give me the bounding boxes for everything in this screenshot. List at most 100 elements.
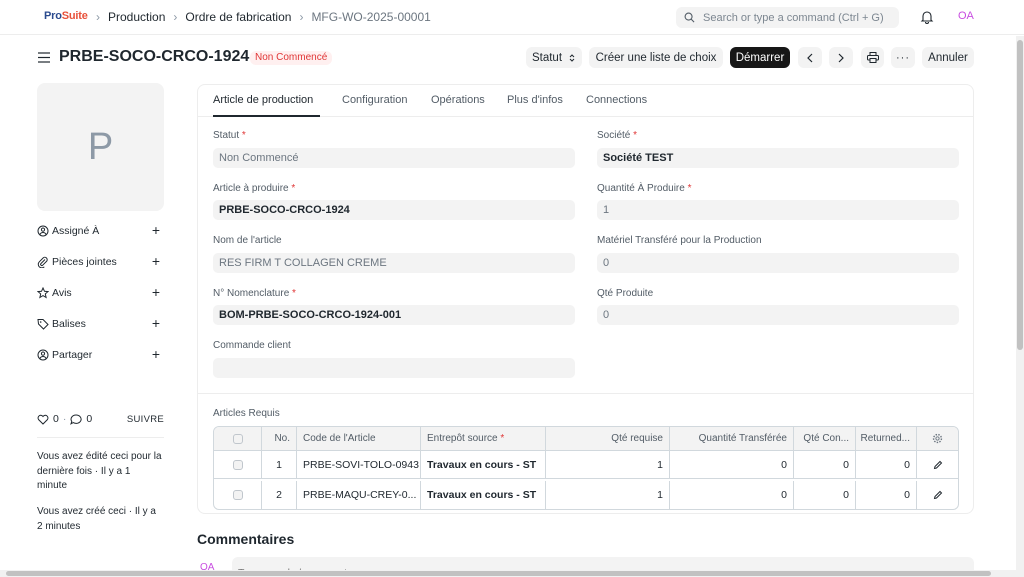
item-to-produce-field[interactable]: PRBE-SOCO-CRCO-1924 [213, 200, 575, 220]
pencil-icon[interactable] [933, 460, 943, 470]
bom-no-field[interactable]: BOM-PRBE-SOCO-CRCO-1924-001 [213, 305, 575, 325]
source-warehouse-cell[interactable]: Travaux en cours - ST [421, 481, 546, 509]
updown-icon [569, 53, 575, 62]
follow-button[interactable]: SUIVRE [127, 414, 164, 425]
transferred-qty-cell[interactable]: 0 [670, 451, 794, 478]
required-items-table: No. Code de l'Article Entrepôt source * … [213, 426, 959, 510]
create-pick-list-button[interactable]: Créer une liste de choix [589, 47, 723, 68]
material-transferred-field: 0 [597, 253, 959, 273]
required-qty-cell[interactable]: 1 [546, 451, 670, 478]
more-options-button[interactable]: ··· [891, 47, 915, 68]
engagement-stats: 0 · 0 SUIVRE [37, 413, 164, 425]
qty-to-produce-label: Quantité À Produire * [597, 183, 692, 194]
row-edit-cell[interactable] [917, 481, 958, 509]
produced-qty-label: Qté Produite [597, 288, 654, 299]
activity-created: Vous avez créé ceci · Il y a 2 minutes [37, 506, 156, 532]
comment-icon[interactable] [70, 413, 82, 425]
plus-icon[interactable]: + [152, 254, 160, 268]
chevron-right-icon: › [173, 10, 178, 24]
company-field[interactable]: Société TEST [597, 148, 959, 168]
notification-bell-icon[interactable] [920, 10, 934, 27]
star-icon [37, 287, 49, 299]
pencil-icon[interactable] [933, 490, 943, 500]
next-button[interactable] [829, 47, 853, 68]
column-header-transferred-qty: Quantité Transférée [670, 427, 794, 450]
table-header-row: No. Code de l'Article Entrepôt source * … [214, 427, 958, 451]
row-select-cell[interactable] [214, 481, 262, 509]
plus-icon[interactable]: + [152, 316, 160, 330]
horizontal-scrollbar[interactable] [0, 570, 1024, 577]
status-dropdown-button[interactable]: Statut [526, 47, 582, 68]
tab-configuration[interactable]: Configuration [342, 94, 407, 106]
printer-icon [866, 52, 879, 63]
search-bar[interactable] [676, 7, 899, 28]
required-items-title: Articles Requis [213, 408, 280, 419]
item-to-produce-label: Article à produire * [213, 183, 296, 194]
select-all-cell[interactable] [214, 427, 262, 450]
tab-production-item[interactable]: Article de production [213, 94, 313, 106]
required-qty-cell[interactable]: 1 [546, 481, 670, 509]
start-button[interactable]: Démarrer [730, 47, 790, 68]
horizontal-scroll-thumb[interactable] [6, 571, 991, 576]
consumed-qty-cell[interactable]: 0 [794, 481, 856, 509]
sidebar-divider [37, 437, 164, 438]
returned-qty-cell[interactable]: 0 [856, 481, 917, 509]
row-checkbox[interactable] [232, 490, 243, 500]
tab-operations[interactable]: Opérations [431, 94, 485, 106]
menu-toggle-icon[interactable] [38, 52, 50, 66]
row-no-cell: 2 [262, 481, 297, 509]
sidebar-item-assign[interactable]: Assigné À + [37, 223, 164, 239]
sales-order-label: Commande client [213, 340, 291, 351]
table-row[interactable]: 2 PRBE-MAQU-CREY-0... Travaux en cours -… [214, 481, 958, 509]
user-avatar[interactable]: OA [958, 10, 974, 22]
item-code-cell[interactable]: PRBE-SOVI-TOLO-0943 [297, 451, 421, 478]
heart-icon[interactable] [37, 414, 49, 425]
consumed-qty-cell[interactable]: 0 [794, 451, 856, 478]
breadcrumb-production[interactable]: Production [108, 10, 165, 24]
comments-title: Commentaires [197, 531, 295, 547]
search-input[interactable] [703, 11, 893, 24]
document-image-placeholder[interactable]: P [37, 83, 164, 211]
ellipsis-icon: ··· [896, 51, 910, 64]
column-header-required-qty: Qté requise [546, 427, 670, 450]
status-field[interactable]: Non Commencé [213, 148, 575, 168]
item-name-field: RES FIRM T COLLAGEN CREME [213, 253, 575, 273]
column-header-source-warehouse: Entrepôt source * [421, 427, 546, 450]
row-no-cell: 1 [262, 451, 297, 478]
source-warehouse-cell[interactable]: Travaux en cours - ST [421, 451, 546, 478]
breadcrumb-work-order[interactable]: Ordre de fabrication [185, 10, 291, 24]
vertical-scrollbar[interactable] [1016, 36, 1024, 570]
select-all-checkbox[interactable] [232, 433, 243, 444]
status-dropdown-label: Statut [531, 51, 563, 64]
qty-to-produce-field[interactable]: 1 [597, 200, 959, 220]
item-name-label: Nom de l'article [213, 235, 282, 246]
row-checkbox[interactable] [232, 459, 243, 470]
company-label: Société * [597, 130, 638, 141]
cancel-button[interactable]: Annuler [922, 47, 974, 68]
sidebar-item-attachments[interactable]: Pièces jointes + [37, 254, 164, 270]
row-edit-cell[interactable] [917, 451, 958, 478]
sales-order-field[interactable] [213, 358, 575, 378]
plus-icon[interactable]: + [152, 223, 160, 237]
plus-icon[interactable]: + [152, 285, 160, 299]
plus-icon[interactable]: + [152, 347, 160, 361]
row-select-cell[interactable] [214, 451, 262, 478]
sidebar-item-share[interactable]: Partager + [37, 347, 164, 363]
brand-logo[interactable]: ProSuite [44, 10, 88, 22]
chevron-right-icon: › [299, 10, 304, 24]
sidebar-item-tags[interactable]: Balises + [37, 316, 164, 332]
status-label: Statut * [213, 130, 246, 141]
gear-icon[interactable] [932, 433, 943, 444]
transferred-qty-cell[interactable]: 0 [670, 481, 794, 509]
print-button[interactable] [861, 47, 884, 68]
tab-connections[interactable]: Connections [586, 94, 647, 106]
table-row[interactable]: 1 PRBE-SOVI-TOLO-0943 Travaux en cours -… [214, 451, 958, 479]
previous-button[interactable] [798, 47, 822, 68]
vertical-scroll-thumb[interactable] [1017, 40, 1023, 350]
assign-icon [37, 225, 49, 237]
returned-qty-cell[interactable]: 0 [856, 451, 917, 478]
column-settings-cell[interactable] [917, 427, 958, 450]
item-code-cell[interactable]: PRBE-MAQU-CREY-0... [297, 481, 421, 509]
tab-more-info[interactable]: Plus d'infos [507, 94, 563, 106]
sidebar-item-reviews[interactable]: Avis + [37, 285, 164, 301]
